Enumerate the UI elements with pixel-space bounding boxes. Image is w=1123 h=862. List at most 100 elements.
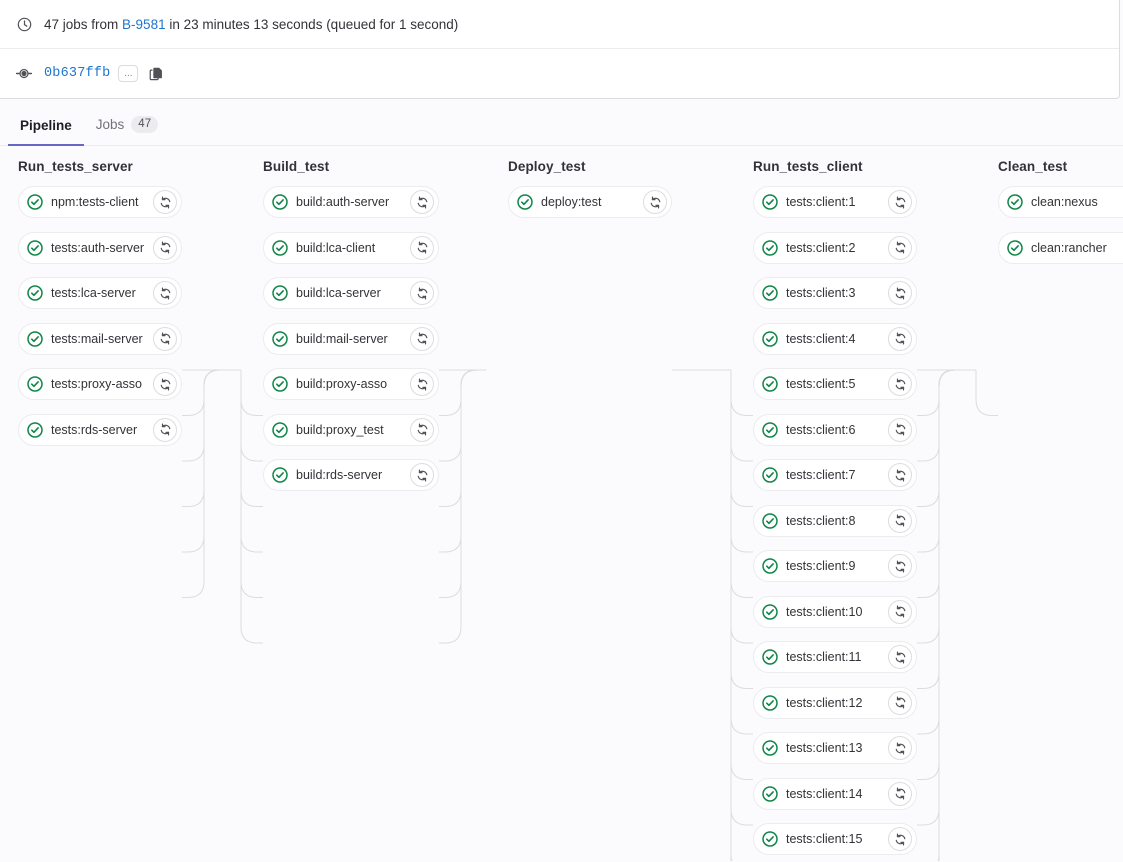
status-success-icon bbox=[27, 422, 43, 438]
stage-title: Run_tests_client bbox=[753, 147, 975, 174]
stage-title: Run_tests_server bbox=[18, 147, 240, 174]
clock-icon bbox=[16, 16, 32, 32]
retry-icon[interactable] bbox=[888, 782, 912, 806]
job-card[interactable]: tests:client:1 bbox=[753, 186, 917, 218]
retry-icon[interactable] bbox=[153, 372, 177, 396]
job-card[interactable]: build:lca-client bbox=[263, 232, 439, 264]
retry-icon[interactable] bbox=[153, 190, 177, 214]
job-card[interactable]: tests:client:7 bbox=[753, 459, 917, 491]
retry-icon[interactable] bbox=[888, 281, 912, 305]
retry-icon[interactable] bbox=[410, 463, 434, 487]
retry-icon[interactable] bbox=[888, 600, 912, 624]
job-card[interactable]: build:proxy-asso bbox=[263, 368, 439, 400]
job-name: tests:client:12 bbox=[786, 695, 884, 711]
retry-icon[interactable] bbox=[888, 645, 912, 669]
status-success-icon bbox=[762, 740, 778, 756]
commit-icon bbox=[16, 66, 32, 82]
job-card[interactable]: clean:nexus bbox=[998, 186, 1123, 218]
job-card[interactable]: tests:client:11 bbox=[753, 641, 917, 673]
retry-icon[interactable] bbox=[888, 827, 912, 851]
tab-jobs-label: Jobs bbox=[96, 117, 125, 132]
retry-icon[interactable] bbox=[888, 463, 912, 487]
job-card[interactable]: tests:lca-server bbox=[18, 277, 182, 309]
retry-icon[interactable] bbox=[888, 736, 912, 760]
job-card[interactable]: tests:client:4 bbox=[753, 323, 917, 355]
job-name: tests:mail-server bbox=[51, 331, 149, 347]
status-success-icon bbox=[762, 649, 778, 665]
tab-pipeline[interactable]: Pipeline bbox=[8, 118, 84, 146]
job-card[interactable]: tests:rds-server bbox=[18, 414, 182, 446]
job-name: tests:client:1 bbox=[786, 194, 884, 210]
retry-icon[interactable] bbox=[410, 327, 434, 351]
commit-sha-link[interactable]: 0b637ffb bbox=[44, 66, 110, 81]
retry-icon[interactable] bbox=[888, 236, 912, 260]
pipeline-tabs: Pipeline Jobs 47 bbox=[0, 99, 1123, 146]
retry-icon[interactable] bbox=[888, 509, 912, 533]
retry-icon[interactable] bbox=[153, 327, 177, 351]
job-card[interactable]: tests:client:3 bbox=[753, 277, 917, 309]
retry-icon[interactable] bbox=[888, 418, 912, 442]
source-ref-link[interactable]: B-9581 bbox=[122, 17, 166, 32]
job-card[interactable]: tests:proxy-asso bbox=[18, 368, 182, 400]
retry-icon[interactable] bbox=[888, 327, 912, 351]
job-card[interactable]: clean:rancher bbox=[998, 232, 1123, 264]
job-card[interactable]: tests:client:10 bbox=[753, 596, 917, 628]
retry-icon[interactable] bbox=[153, 236, 177, 260]
edge-path bbox=[976, 370, 998, 416]
job-name: tests:client:5 bbox=[786, 376, 884, 392]
retry-icon[interactable] bbox=[888, 554, 912, 578]
job-card[interactable]: tests:mail-server bbox=[18, 323, 182, 355]
retry-icon[interactable] bbox=[410, 372, 434, 396]
job-card[interactable]: tests:client:12 bbox=[753, 687, 917, 719]
job-name: tests:auth-server bbox=[51, 240, 149, 256]
copy-icon[interactable] bbox=[148, 65, 165, 82]
expand-sha-button[interactable]: ... bbox=[118, 65, 138, 82]
job-card[interactable]: build:proxy_test bbox=[263, 414, 439, 446]
tab-jobs[interactable]: Jobs 47 bbox=[84, 116, 170, 146]
stage-column: Build_test build:auth-server build:lca-cli… bbox=[245, 147, 485, 505]
job-card[interactable]: build:rds-server bbox=[263, 459, 439, 491]
job-card[interactable]: tests:auth-server bbox=[18, 232, 182, 264]
retry-icon[interactable] bbox=[643, 190, 667, 214]
retry-icon[interactable] bbox=[153, 418, 177, 442]
retry-icon[interactable] bbox=[410, 236, 434, 260]
job-name: tests:client:3 bbox=[786, 285, 884, 301]
tab-pipeline-label: Pipeline bbox=[20, 118, 72, 133]
job-card[interactable]: deploy:test bbox=[508, 186, 672, 218]
tab-jobs-count: 47 bbox=[131, 116, 158, 133]
job-card[interactable]: npm:tests-client bbox=[18, 186, 182, 218]
status-success-icon bbox=[762, 695, 778, 711]
job-card[interactable]: tests:client:2 bbox=[753, 232, 917, 264]
retry-icon[interactable] bbox=[410, 418, 434, 442]
status-success-icon bbox=[762, 331, 778, 347]
job-card[interactable]: tests:client:15 bbox=[753, 823, 917, 855]
job-card[interactable]: tests:client:9 bbox=[753, 550, 917, 582]
stage-title: Build_test bbox=[263, 147, 485, 174]
retry-icon[interactable] bbox=[410, 281, 434, 305]
job-card[interactable]: tests:client:8 bbox=[753, 505, 917, 537]
retry-icon[interactable] bbox=[153, 281, 177, 305]
retry-icon[interactable] bbox=[888, 372, 912, 396]
job-name: tests:client:8 bbox=[786, 513, 884, 529]
job-name: tests:rds-server bbox=[51, 422, 149, 438]
status-success-icon bbox=[1007, 194, 1023, 210]
status-success-icon bbox=[272, 240, 288, 256]
job-name: tests:client:4 bbox=[786, 331, 884, 347]
job-card[interactable]: tests:client:14 bbox=[753, 778, 917, 810]
pipeline-summary-row: 47 jobs from B-9581 in 23 minutes 13 sec… bbox=[0, 0, 1119, 49]
job-card[interactable]: tests:client:6 bbox=[753, 414, 917, 446]
retry-icon[interactable] bbox=[888, 190, 912, 214]
job-card[interactable]: tests:client:5 bbox=[753, 368, 917, 400]
stage-job-list: build:auth-server build:lca-client build:l… bbox=[245, 186, 485, 491]
job-name: tests:client:15 bbox=[786, 831, 884, 847]
job-card[interactable]: build:auth-server bbox=[263, 186, 439, 218]
status-success-icon bbox=[762, 604, 778, 620]
status-success-icon bbox=[272, 376, 288, 392]
job-card[interactable]: build:mail-server bbox=[263, 323, 439, 355]
pipeline-graph: Run_tests_server npm:tests-client tests:au… bbox=[0, 146, 1123, 861]
job-card[interactable]: tests:client:13 bbox=[753, 732, 917, 764]
retry-icon[interactable] bbox=[410, 190, 434, 214]
job-name: build:rds-server bbox=[296, 467, 406, 483]
retry-icon[interactable] bbox=[888, 691, 912, 715]
job-card[interactable]: build:lca-server bbox=[263, 277, 439, 309]
